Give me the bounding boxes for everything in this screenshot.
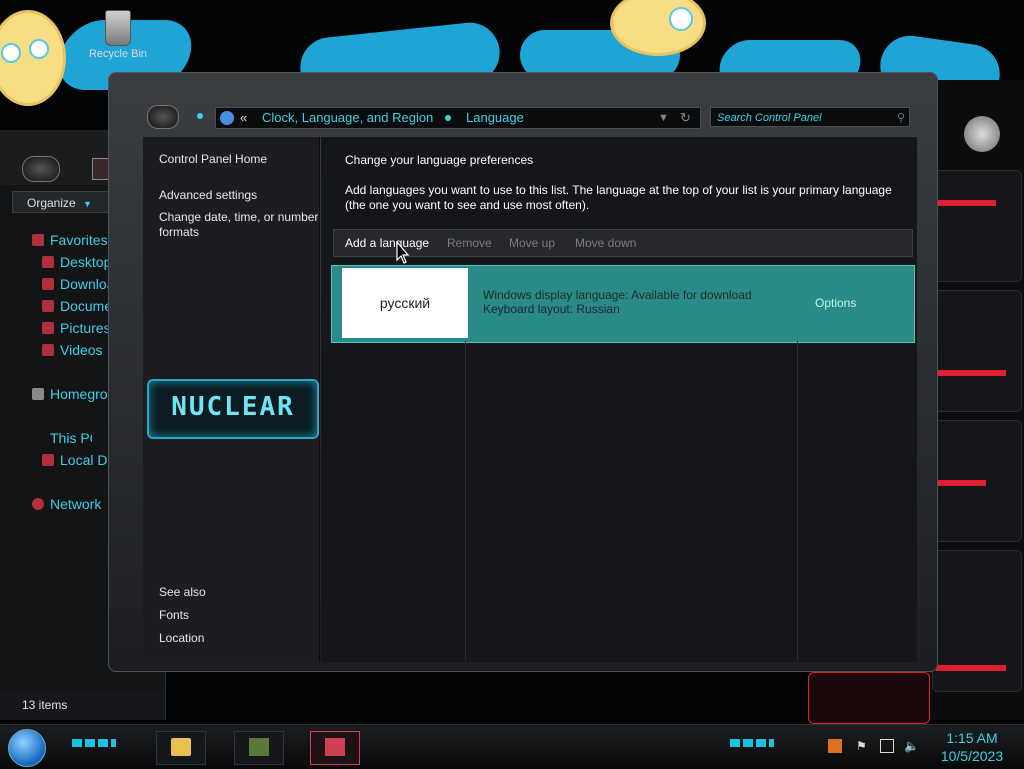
gadget-bar [936, 665, 1006, 671]
control-panel-window: « Clock, Language, and Region Language ▼… [108, 72, 938, 672]
nav-homegroup[interactable]: Homegroup [32, 386, 116, 402]
network-icon [32, 498, 44, 510]
move-up-button[interactable]: Move up [509, 230, 555, 256]
nav-label: Pictures [60, 320, 111, 336]
link-advanced-settings[interactable]: Advanced settings [159, 188, 319, 203]
folder-icon [171, 738, 191, 756]
taskbar-file-explorer[interactable] [156, 731, 206, 765]
taskbar-decoration [72, 739, 116, 747]
language-tile: русский [342, 268, 468, 338]
gadget-bar [936, 200, 996, 206]
nav-label: This PC [50, 430, 92, 446]
window-titlebar: « Clock, Language, and Region Language ▼… [109, 73, 937, 137]
computer-icon [32, 432, 44, 444]
nav-label: Homegroup [50, 386, 116, 402]
gadget-box [932, 290, 1022, 412]
taskbar-minecraft[interactable] [234, 731, 284, 765]
nuclear-brand-logo: NUCLEAR [147, 379, 319, 439]
taskbar-decoration [730, 739, 774, 747]
column-divider [465, 341, 466, 661]
nav-this-pc[interactable]: This PC [32, 430, 92, 446]
nav-label: Network [50, 496, 102, 512]
video-icon [42, 344, 54, 356]
link-change-date-time-formats[interactable]: Change date, time, or number formats [159, 210, 319, 240]
wallpaper-character [0, 10, 66, 106]
nav-local-disk[interactable]: Local Disk [42, 452, 116, 468]
gadget-frame [808, 672, 930, 724]
mouse-cursor-icon [396, 241, 410, 264]
move-down-button[interactable]: Move down [575, 230, 636, 256]
desktop-icon [42, 256, 54, 268]
volume-icon[interactable]: 🔈 [904, 739, 919, 753]
forward-dot-icon[interactable] [197, 113, 203, 119]
chevron-down-icon: ▼ [83, 199, 92, 209]
add-language-button[interactable]: Add a language [345, 230, 429, 256]
language-toolbar: Add a language Remove Move up Move down [333, 229, 913, 257]
control-panel-icon [325, 738, 345, 756]
keyboard-layout: Keyboard layout: Russian [483, 302, 620, 316]
document-icon [42, 300, 54, 312]
picture-icon [42, 322, 54, 334]
recycle-bin-icon [105, 10, 131, 46]
display-language-status: Windows display language: Available for … [483, 288, 752, 302]
options-link[interactable]: Options [815, 296, 856, 310]
control-panel-icon [220, 111, 234, 125]
nav-documents[interactable]: Documents [42, 298, 116, 314]
taskbar: ⚑ 🔈 1:15 AM 10/5/2023 [0, 724, 1024, 769]
link-location[interactable]: Location [159, 631, 319, 646]
notification-icon[interactable] [828, 739, 842, 753]
gadget-bar [936, 370, 1006, 376]
breadcrumb-separator-icon[interactable] [445, 115, 451, 121]
nav-downloads[interactable]: Downloads [42, 276, 116, 292]
start-orb-icon[interactable] [8, 729, 46, 767]
search-input[interactable]: Search Control Panel ⚲ [710, 107, 910, 127]
link-fonts[interactable]: Fonts [159, 608, 319, 623]
clock-date: 10/5/2023 [940, 748, 1004, 764]
download-icon [42, 278, 54, 290]
language-details: Windows display language: Available for … [483, 288, 752, 316]
clock-time: 1:15 AM [946, 730, 998, 746]
item-count: 13 items [22, 698, 68, 712]
organize-label: Organize [27, 196, 76, 210]
homegroup-icon [32, 388, 44, 400]
alien-logo-icon [964, 116, 1000, 152]
status-bar: 13 items [0, 690, 165, 720]
column-divider [797, 341, 798, 661]
back-orb-icon[interactable] [147, 105, 179, 129]
search-placeholder: Search Control Panel [717, 112, 822, 124]
language-list-item[interactable]: русский Windows display language: Availa… [331, 265, 915, 343]
minecraft-icon [249, 738, 269, 756]
refresh-icon[interactable]: ↻ [680, 108, 691, 128]
taskbar-control-panel[interactable] [310, 731, 360, 765]
nav-label: Favorites [50, 232, 108, 248]
recycle-bin-label: Recycle Bin [88, 48, 148, 60]
nav-label: Desktop [60, 254, 112, 270]
flag-icon[interactable]: ⚑ [856, 739, 870, 753]
gadget-bar [936, 480, 986, 486]
task-pane: Control Panel Home Advanced settings Cha… [143, 137, 320, 662]
search-icon[interactable]: ⚲ [897, 108, 905, 128]
gadget-box [932, 170, 1022, 282]
organize-button[interactable]: Organize ▼ [12, 191, 112, 213]
recycle-bin-shortcut[interactable]: Recycle Bin [88, 10, 148, 60]
system-clock[interactable]: 1:15 AM 10/5/2023 [924, 729, 1020, 765]
content-pane: Change your language preferences Add lan… [321, 137, 917, 662]
back-orb-icon[interactable] [22, 156, 60, 182]
star-icon [32, 234, 44, 246]
network-icon[interactable] [880, 739, 894, 753]
breadcrumb-language[interactable]: Language [466, 108, 524, 128]
page-description: Add languages you want to use to this li… [345, 183, 892, 212]
remove-button[interactable]: Remove [447, 230, 492, 256]
address-bar[interactable]: « Clock, Language, and Region Language ▼… [215, 107, 701, 129]
chevron-down-icon[interactable]: ▼ [658, 108, 669, 128]
gadget-panel [928, 80, 1024, 720]
link-control-panel-home[interactable]: Control Panel Home [159, 152, 319, 167]
breadcrumb-overflow[interactable]: « [240, 108, 247, 128]
page-title: Change your language preferences [345, 153, 534, 167]
nav-label: Videos [60, 342, 103, 358]
breadcrumb-clock-language-region[interactable]: Clock, Language, and Region [262, 108, 433, 128]
disk-icon [42, 454, 54, 466]
see-also-heading: See also [159, 585, 206, 599]
